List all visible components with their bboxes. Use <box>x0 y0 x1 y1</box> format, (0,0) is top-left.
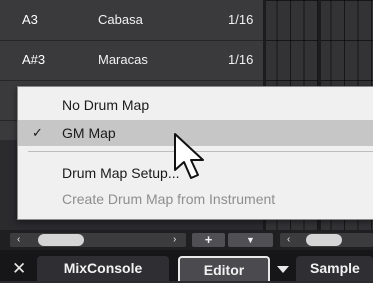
close-icon[interactable]: ✕ <box>12 256 26 281</box>
scroll-left-arrow-icon[interactable]: ‹ <box>17 230 20 250</box>
drum-quantize[interactable]: 1/16 <box>228 40 253 80</box>
scroll-right-arrow-icon[interactable]: › <box>173 230 176 250</box>
drum-quantize[interactable]: 1/16 <box>228 0 253 40</box>
add-button[interactable]: + <box>192 233 225 247</box>
menu-item-no-drum-map[interactable]: No Drum Map <box>18 92 373 118</box>
scrollbar-thumb[interactable] <box>306 234 342 246</box>
tab-sampler[interactable]: Sample <box>296 256 373 281</box>
menu-item-label: GM Map <box>62 125 116 141</box>
lower-zone-tab-bar: MixConsole Editor Sample <box>0 250 373 281</box>
scrollbar-strip: ‹ › + ▼ ‹ <box>0 230 373 250</box>
drum-row[interactable]: A3 Cabasa 1/16 <box>0 0 263 41</box>
menu-item-create-drum-map: Create Drum Map from Instrument <box>18 186 373 212</box>
menu-item-label: Create Drum Map from Instrument <box>62 191 276 207</box>
drum-name: Maracas <box>98 52 148 67</box>
tab-editor[interactable]: Editor <box>178 256 270 281</box>
scroll-left-arrow-icon[interactable]: ‹ <box>287 230 290 250</box>
horizontal-scrollbar-left[interactable]: ‹ › <box>10 233 186 247</box>
tab-label: MixConsole <box>63 260 143 276</box>
tab-mixconsole[interactable]: MixConsole <box>37 256 169 281</box>
drum-pitch: A#3 <box>22 52 46 67</box>
drum-row[interactable]: A#3 Maracas 1/16 <box>0 40 263 81</box>
drum-name: Cabasa <box>98 12 143 27</box>
dropdown-button[interactable]: ▼ <box>228 233 273 247</box>
scrollbar-thumb[interactable] <box>38 234 84 246</box>
tab-label: Editor <box>203 262 245 278</box>
tab-label: Sample <box>310 260 360 276</box>
check-icon: ✓ <box>32 125 43 140</box>
menu-item-label: No Drum Map <box>62 97 150 113</box>
menu-item-label: Drum Map Setup... <box>62 165 180 181</box>
arrow-cursor-icon <box>174 133 204 179</box>
chevron-down-icon[interactable] <box>277 266 289 273</box>
horizontal-scrollbar-right[interactable]: ‹ <box>280 233 373 247</box>
drum-pitch: A3 <box>22 12 38 27</box>
